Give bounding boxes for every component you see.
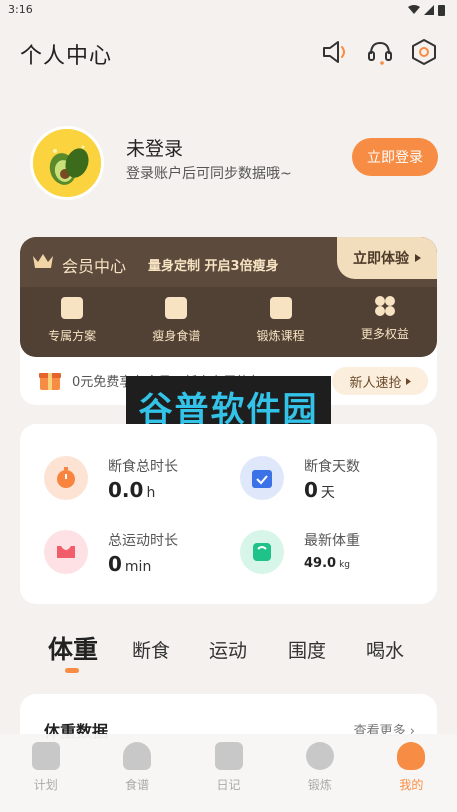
page-title: 个人中心: [20, 44, 113, 69]
signal-icon: [424, 5, 434, 15]
diary-icon: [214, 742, 243, 770]
newbie-grab-label: 新人速抢: [349, 375, 402, 391]
nav-label: 日记: [216, 778, 241, 792]
recipe-icon: [165, 297, 188, 319]
tab-measurements[interactable]: 围度: [288, 636, 326, 663]
stat-label: 断食天数: [304, 459, 360, 475]
nav-item-mine[interactable]: 我的: [366, 734, 457, 812]
nav-item-diary[interactable]: 日记: [183, 734, 274, 812]
stat-fasting-days[interactable]: 断食天数 0天: [240, 452, 430, 506]
triangle-right-icon: [405, 377, 411, 385]
calendar-check-icon: [240, 456, 284, 500]
stat-number: 0: [108, 552, 122, 576]
benefits-row: 专属方案 瘦身食谱 锻炼课程 更多权益: [20, 295, 437, 357]
benefit-recipes[interactable]: 瘦身食谱: [124, 295, 228, 357]
stat-unit: h: [146, 485, 156, 501]
avatar[interactable]: [30, 126, 104, 200]
stat-latest-weight[interactable]: 最新体重 49.0 kg: [240, 526, 430, 580]
member-title: 会员中心: [62, 257, 127, 276]
benefit-exclusive-plan[interactable]: 专属方案: [20, 295, 124, 357]
stat-unit: 天: [320, 485, 335, 501]
stat-value: 0天: [304, 478, 335, 502]
chef-hat-icon: [123, 742, 152, 770]
benefit-label: 锻炼课程: [256, 329, 305, 343]
status-bar: 3:16: [0, 0, 457, 24]
member-slogan: 量身定制 开启3倍瘦身: [148, 259, 279, 274]
tab-fasting[interactable]: 断食: [132, 636, 170, 663]
crown-icon: [33, 254, 53, 268]
stat-value: 0 min: [108, 552, 151, 576]
stat-number: 0: [304, 478, 318, 502]
member-header: 会员中心 量身定制 开启3倍瘦身 立即体验: [20, 237, 437, 287]
avocado-avatar-icon: [33, 129, 101, 197]
stat-value: 49.0 kg: [304, 556, 350, 571]
timer-icon: [44, 456, 88, 500]
nav-item-recipes[interactable]: 食谱: [91, 734, 182, 812]
stat-unit: kg: [339, 560, 351, 570]
benefit-label: 瘦身食谱: [152, 329, 201, 343]
benefit-more[interactable]: 更多权益: [333, 295, 437, 357]
stat-number: 0.0: [108, 478, 144, 502]
profile-icon: [397, 742, 426, 770]
scale-icon: [240, 530, 284, 574]
clipboard-icon: [61, 297, 84, 319]
benefit-courses[interactable]: 锻炼课程: [229, 295, 333, 357]
more-benefits-icon: [374, 296, 395, 316]
login-button[interactable]: 立即登录: [352, 138, 438, 176]
benefit-label: 专属方案: [48, 329, 97, 343]
stat-unit: min: [124, 559, 152, 575]
nav-label: 计划: [33, 778, 58, 792]
nav-label: 锻炼: [307, 778, 332, 792]
stat-label: 断食总时长: [108, 459, 178, 475]
status-icons: [408, 4, 445, 16]
stat-number: 49.0: [304, 556, 337, 571]
battery-icon: [438, 5, 445, 16]
benefit-label: 更多权益: [360, 327, 409, 341]
stat-value: 0.0 h: [108, 478, 155, 502]
nav-label: 食谱: [125, 778, 150, 792]
profile-section: 未登录 登录账户后可同步数据哦~ 立即登录: [0, 120, 457, 210]
sports-bra-icon: [44, 530, 88, 574]
nav-label: 我的: [399, 778, 424, 792]
speaker-icon[interactable]: [320, 38, 348, 66]
tab-water[interactable]: 喝水: [366, 636, 404, 663]
triangle-right-icon: [415, 254, 421, 262]
course-icon: [269, 297, 292, 319]
stat-fasting-duration[interactable]: 断食总时长 0.0 h: [44, 452, 234, 506]
headset-icon[interactable]: [366, 38, 394, 66]
try-now-label: 立即体验: [353, 251, 409, 267]
data-tabs: 体重 断食 运动 围度 喝水: [20, 630, 437, 680]
tab-exercise[interactable]: 运动: [209, 636, 247, 663]
gift-icon: [39, 373, 61, 390]
stats-card: 断食总时长 0.0 h 断食天数 0天 总运动时长 0 min 最新体重 49.0 k…: [20, 424, 437, 604]
nav-item-plan[interactable]: 计划: [0, 734, 91, 812]
dumbbell-icon: [305, 742, 334, 770]
newbie-grab-button[interactable]: 新人速抢: [332, 367, 428, 395]
header: 个人中心: [0, 24, 457, 82]
stat-label: 总运动时长: [108, 533, 178, 549]
tab-indicator: [65, 668, 79, 673]
settings-hexagon-icon[interactable]: [410, 38, 438, 66]
login-hint: 登录账户后可同步数据哦~: [126, 166, 292, 182]
plan-icon: [31, 742, 60, 770]
bottom-nav: 计划 食谱 日记 锻炼 我的: [0, 734, 457, 812]
status-time: 3:16: [8, 3, 33, 16]
try-now-button[interactable]: 立即体验: [337, 237, 437, 279]
login-status: 未登录: [126, 138, 184, 160]
wifi-icon: [408, 5, 420, 14]
nav-item-workout[interactable]: 锻炼: [274, 734, 365, 812]
stat-label: 最新体重: [304, 533, 360, 549]
tab-weight[interactable]: 体重: [48, 630, 98, 666]
stat-exercise-duration[interactable]: 总运动时长 0 min: [44, 526, 234, 580]
